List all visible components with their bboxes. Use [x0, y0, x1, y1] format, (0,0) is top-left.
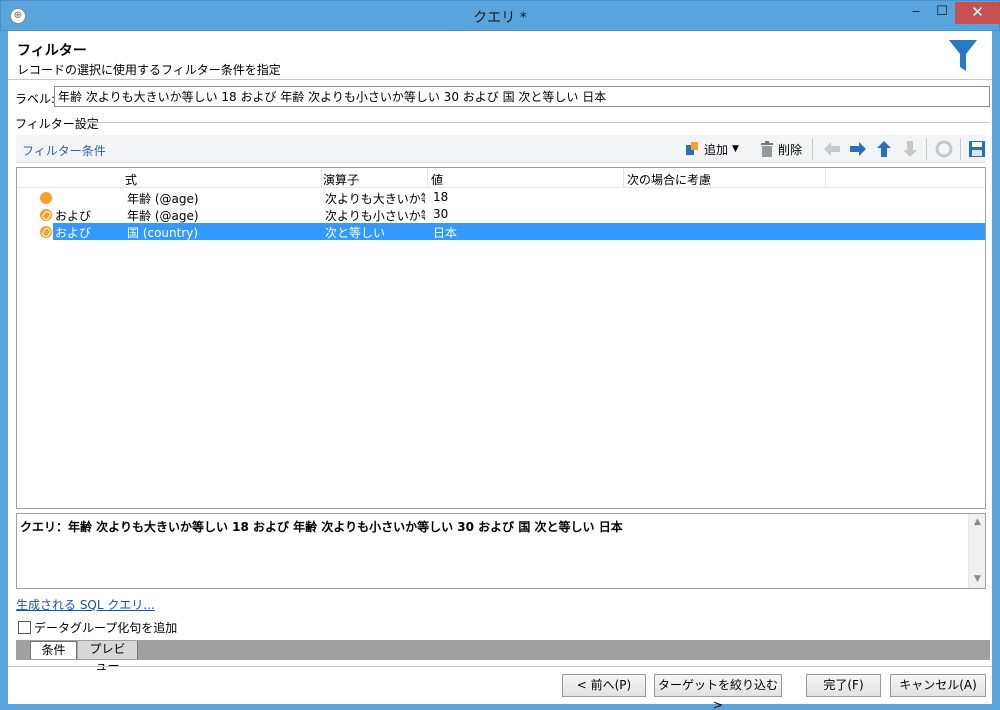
query-preview-box[interactable]: クエリ：年齢 次よりも大きいか等しい 18 および 年齢 次よりも小さいか等しい… [16, 513, 986, 589]
toolbar-separator [926, 138, 927, 160]
save-icon[interactable] [967, 139, 987, 159]
row-expression: 年齢 (@age) [127, 209, 199, 223]
delete-button[interactable]: 削除 [760, 139, 802, 159]
column-divider[interactable] [825, 168, 826, 188]
finish-button[interactable]: 完了(F) [806, 674, 881, 697]
filter-settings-divider [86, 122, 990, 123]
add-dropdown-icon[interactable]: ▼ [732, 144, 739, 154]
arrow-right-icon[interactable] [848, 139, 868, 159]
window-title: クエリ * [473, 10, 527, 26]
filter-toolbar: フィルター条件 追加 ▼ 削除 [16, 135, 986, 163]
client-area: フィルター レコードの選択に使用するフィルター条件を指定 ラベル: フィルター設… [8, 31, 992, 710]
trash-icon [761, 141, 773, 157]
close-button[interactable]: ✕ [955, 2, 1000, 24]
tab-preview[interactable]: プレビュー [78, 641, 138, 673]
delete-label: 削除 [778, 142, 803, 157]
row-conjunction: および [55, 226, 92, 240]
arrow-down-icon[interactable] [900, 139, 920, 159]
title-bar[interactable]: ⊕ クエリ * ‒ ☐ ✕ [0, 0, 1000, 31]
condition-link-icon [40, 209, 52, 221]
row-value: 日本 [433, 226, 458, 240]
page-subtitle: レコードの選択に使用するフィルター条件を指定 [17, 63, 281, 77]
arrow-up-icon[interactable] [874, 139, 894, 159]
row-value: 30 [433, 207, 449, 221]
checkbox-box[interactable] [18, 621, 31, 634]
add-label: 追加 [704, 142, 729, 157]
arrow-left-icon[interactable] [822, 139, 842, 159]
column-divider[interactable] [623, 168, 624, 188]
add-button[interactable]: 追加 ▼ [684, 139, 739, 159]
add-condition-icon [686, 142, 698, 155]
grid-header: 式 演算子 値 次の場合に考慮 [17, 168, 985, 188]
prev-button[interactable]: < 前へ(P) [562, 674, 646, 697]
row-expression: 年齢 (@age) [127, 192, 199, 206]
tab-bar: 条件 プレビュー [16, 640, 990, 673]
column-header-expression[interactable]: 式 [125, 171, 137, 188]
group-by-checkbox[interactable]: データグループ化句を追加 [18, 619, 177, 636]
refine-target-button[interactable]: ターゲットを絞り込む> [654, 674, 782, 710]
table-row[interactable]: 年齢 (@age) 次よりも大きいか等... 18 [17, 189, 985, 206]
column-divider[interactable] [427, 168, 428, 188]
toolbar-separator [960, 138, 961, 160]
column-header-operator[interactable]: 演算子 [323, 171, 359, 188]
query-preview-scrollbar[interactable]: ▲ ▼ [968, 514, 985, 588]
filter-funnel-icon [949, 40, 977, 71]
row-expression: 国 (country) [127, 226, 199, 240]
page-title: フィルター [17, 42, 87, 58]
row-conjunction: および [55, 209, 92, 223]
refresh-icon[interactable] [934, 139, 954, 159]
label-input[interactable] [54, 86, 990, 107]
page-header: フィルター レコードの選択に使用するフィルター条件を指定 [8, 31, 992, 79]
group-by-checkbox-label: データグループ化句を追加 [34, 621, 178, 635]
generated-sql-link[interactable]: 生成される SQL クエリ... [16, 596, 155, 613]
condition-bullet-icon [40, 192, 52, 204]
footer-divider [8, 666, 992, 667]
cancel-button[interactable]: キャンセル(A) [890, 674, 986, 697]
row-value: 18 [433, 190, 449, 204]
filter-conditions-caption: フィルター条件 [22, 144, 106, 158]
row-operator: 次よりも大きいか等... [325, 192, 425, 206]
condition-link-icon [40, 226, 52, 238]
column-header-consider[interactable]: 次の場合に考慮 [627, 171, 711, 188]
header-divider [8, 79, 992, 80]
toolbar-separator [812, 138, 813, 160]
scroll-up-icon[interactable]: ▲ [969, 514, 986, 531]
filter-conditions-grid[interactable]: 式 演算子 値 次の場合に考慮 年齢 (@age) 次よりも大きいか等... 1… [16, 167, 986, 509]
minimize-button[interactable]: ‒ [903, 2, 929, 24]
row-operator: 次と等しい [325, 226, 386, 240]
column-divider[interactable] [321, 168, 322, 188]
row-operator: 次よりも小さいか等... [325, 209, 425, 223]
label-caption: ラベル: [15, 92, 56, 106]
filter-settings-caption: フィルター設定 [15, 117, 99, 131]
window-frame: フィルター レコードの選択に使用するフィルター条件を指定 ラベル: フィルター設… [0, 31, 1000, 710]
column-header-value[interactable]: 値 [431, 171, 443, 188]
table-row-selected[interactable]: および 国 (country) 次と等しい 日本 [17, 223, 985, 240]
table-row[interactable]: および 年齢 (@age) 次よりも小さいか等... 30 [17, 206, 985, 223]
query-preview-text: クエリ：年齢 次よりも大きいか等しい 18 および 年齢 次よりも小さいか等しい… [20, 520, 623, 534]
maximize-button[interactable]: ☐ [929, 2, 955, 24]
tab-conditions[interactable]: 条件 [30, 641, 77, 659]
scroll-down-icon[interactable]: ▼ [969, 571, 986, 588]
